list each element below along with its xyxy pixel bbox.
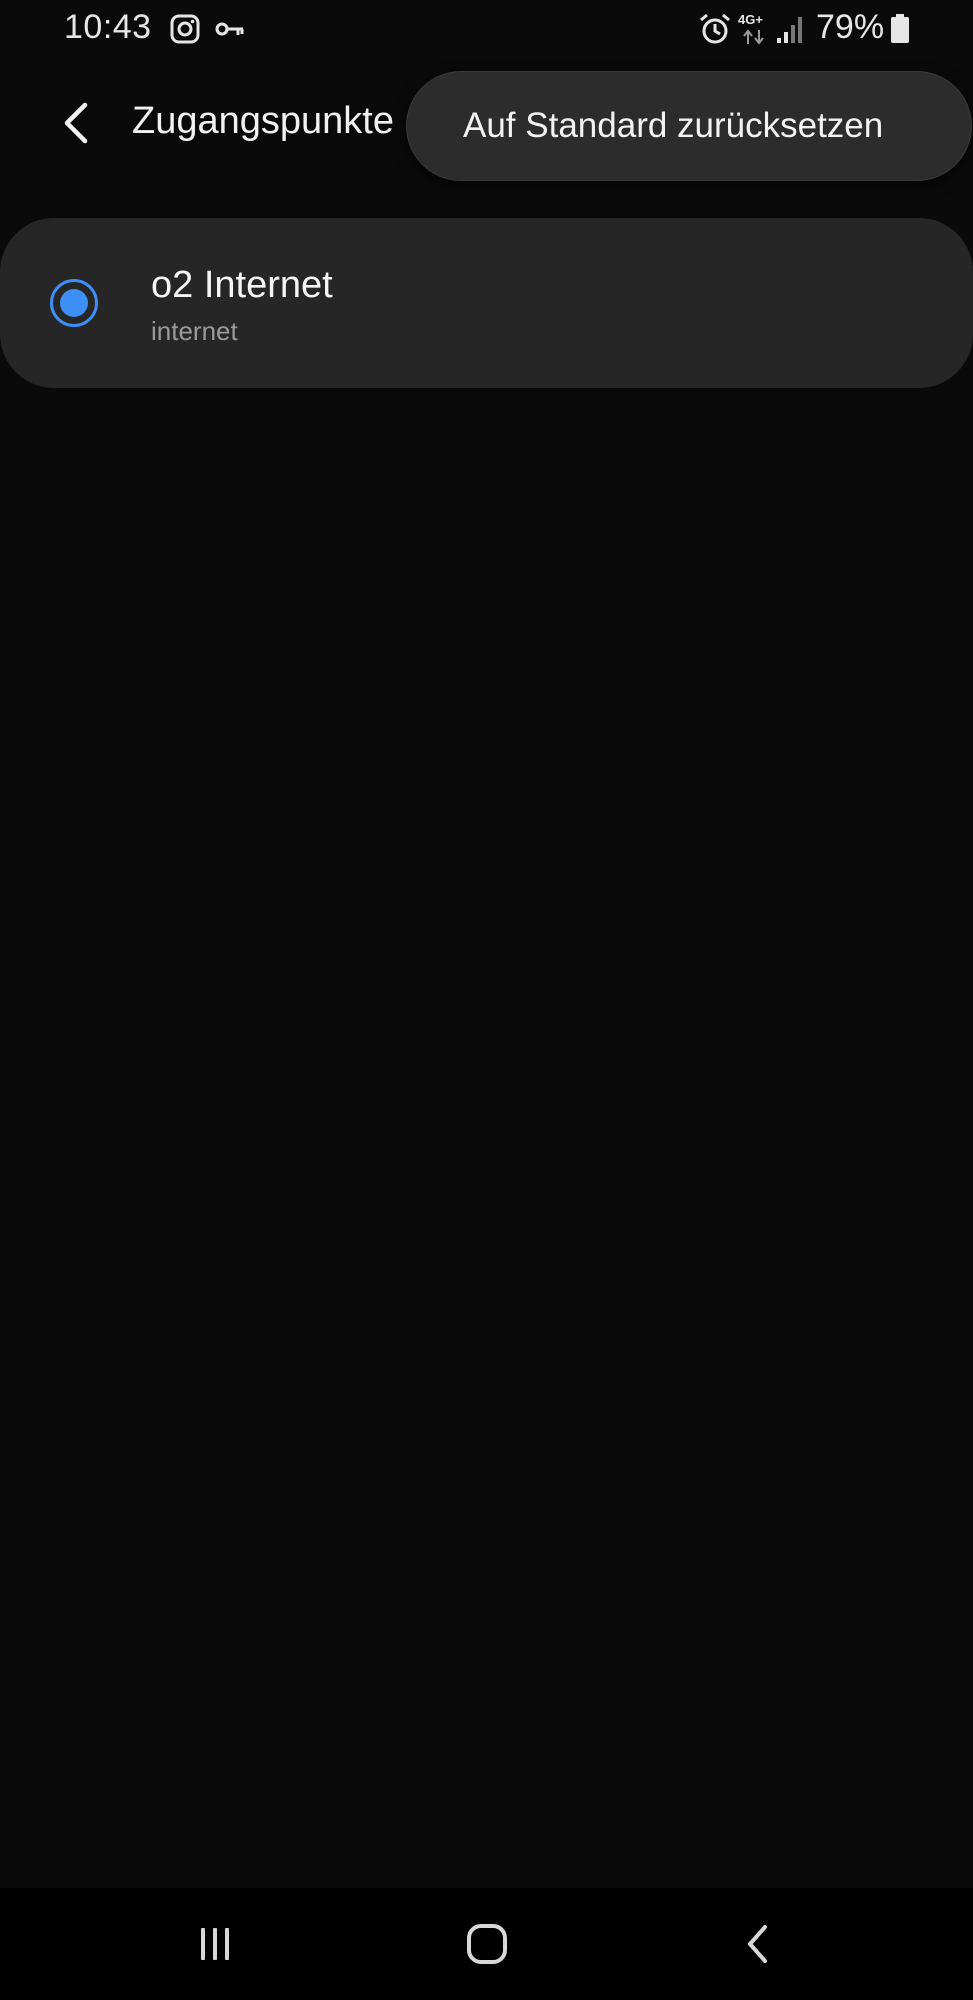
overflow-popup-menu: Auf Standard zurücksetzen [406,71,972,181]
signal-icon [777,17,802,43]
apn-value: internet [151,316,238,346]
chevron-left-icon [64,102,88,144]
apn-name: o2 Internet [151,264,333,306]
network-4g-icon: 4G+ [738,12,770,46]
status-time: 10:43 [64,8,152,46]
alarm-icon [700,13,730,44]
instagram-icon [170,14,200,44]
battery-icon [891,14,909,43]
recent-apps-button[interactable] [185,1916,245,1972]
back-button[interactable] [50,92,102,154]
navigation-bar [0,1888,973,2000]
nav-back-button[interactable] [728,1916,788,1972]
home-icon [467,1924,507,1964]
back-icon [748,1925,767,1963]
vpn-key-icon [215,22,244,36]
status-bar: 10:43 4G+ 79% [0,0,973,60]
recent-apps-icon [201,1928,229,1960]
network-type-label: 4G+ [738,12,763,27]
battery-percent: 79% [816,8,885,46]
page-title: Zugangspunkte [132,100,394,142]
menu-item-reset-to-default[interactable]: Auf Standard zurücksetzen [463,106,883,146]
apn-list-item[interactable]: o2 Internet internet [0,218,973,388]
home-button[interactable] [457,1916,517,1972]
radio-button-selected[interactable] [49,278,99,328]
